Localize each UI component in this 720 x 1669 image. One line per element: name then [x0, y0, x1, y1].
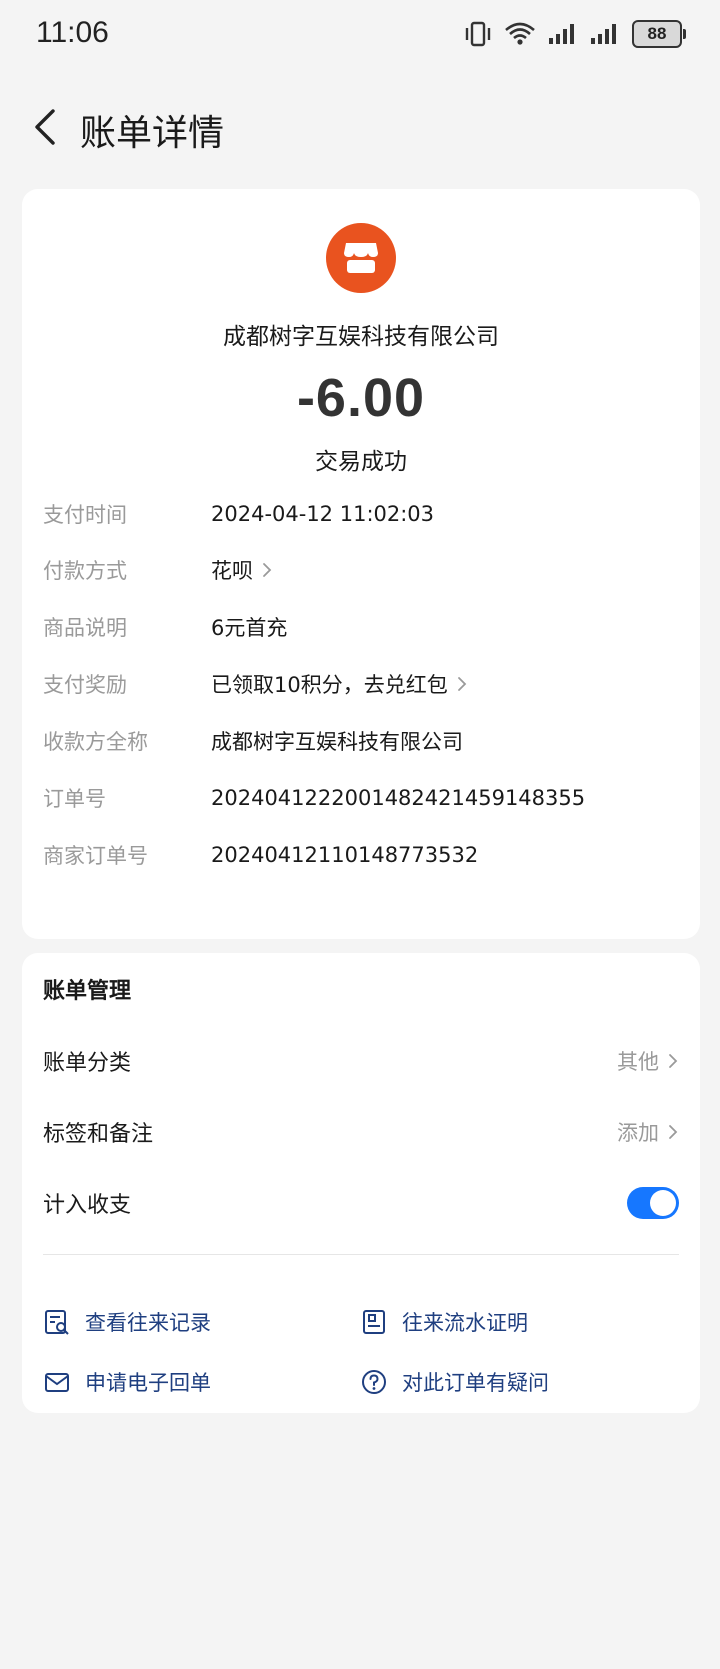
detail-row-pay-time: 支付时间 2024-04-12 11:02:03	[43, 494, 683, 534]
order-question-button[interactable]: 对此订单有疑问	[360, 1362, 549, 1402]
chevron-right-icon	[667, 1052, 679, 1070]
detail-value: 6元首充	[211, 616, 288, 640]
chevron-right-icon	[261, 561, 273, 579]
status-time: 11:06	[36, 16, 109, 49]
mail-icon	[43, 1368, 71, 1396]
question-icon	[360, 1368, 388, 1396]
divider	[43, 1254, 679, 1255]
section-title: 账单管理	[43, 979, 132, 1004]
detail-row-product: 商品说明 6元首充	[43, 607, 683, 647]
manage-label: 账单分类	[43, 1051, 132, 1076]
manage-value: 添加	[617, 1121, 659, 1145]
action-label: 申请电子回单	[85, 1371, 211, 1395]
detail-row-order-no: 订单号 2024041222001482421459148355	[43, 778, 683, 818]
e-receipt-button[interactable]: 申请电子回单	[43, 1362, 211, 1402]
store-icon	[344, 243, 378, 273]
toggle-knob	[650, 1190, 676, 1216]
detail-label: 商家订单号	[43, 844, 148, 868]
detail-row-reward[interactable]: 支付奖励 已领取10积分，去兑红包	[43, 664, 683, 704]
manage-label: 标签和备注	[43, 1122, 154, 1147]
record-search-icon	[43, 1308, 71, 1336]
bill-manage-card: 账单管理 账单分类 其他 标签和备注 添加 计入收支 查看往来记录 往来流水证明…	[22, 953, 700, 1413]
chevron-right-icon	[456, 675, 468, 693]
income-expense-row: 计入收支	[43, 1181, 679, 1225]
back-button[interactable]	[20, 102, 70, 152]
merchant-logo	[326, 223, 396, 293]
status-icons: 88	[464, 20, 686, 48]
detail-label: 收款方全称	[43, 730, 148, 754]
view-records-button[interactable]: 查看往来记录	[43, 1302, 211, 1342]
back-arrow-icon	[35, 109, 55, 145]
tags-notes-row[interactable]: 标签和备注 添加	[43, 1110, 679, 1154]
detail-value: 花呗	[211, 559, 253, 583]
detail-row-payee: 收款方全称 成都树字互娱科技有限公司	[43, 721, 683, 761]
manage-label: 计入收支	[43, 1193, 132, 1218]
action-label: 查看往来记录	[85, 1311, 211, 1335]
status-bar: 11:06 88	[0, 0, 720, 70]
detail-label: 订单号	[43, 787, 106, 811]
detail-value: 2024041222001482421459148355	[211, 786, 586, 810]
battery-icon: 88	[632, 20, 686, 48]
detail-value: 成都树字互娱科技有限公司	[211, 730, 463, 754]
statement-proof-button[interactable]: 往来流水证明	[360, 1302, 528, 1342]
transaction-card: 成都树字互娱科技有限公司 -6.00 交易成功 支付时间 2024-04-12 …	[22, 189, 700, 939]
transaction-amount: -6.00	[296, 368, 426, 428]
page-title: 账单详情	[80, 113, 225, 154]
wifi-icon	[505, 22, 535, 45]
detail-label: 付款方式	[43, 559, 127, 583]
detail-label: 支付奖励	[43, 673, 127, 697]
chevron-right-icon	[667, 1123, 679, 1141]
bill-category-row[interactable]: 账单分类 其他	[43, 1039, 679, 1083]
detail-label: 商品说明	[43, 616, 127, 640]
signal-icon-1	[549, 24, 574, 44]
nav-bar: 账单详情	[0, 90, 720, 166]
detail-row-merchant-order-no: 商家订单号 20240412110148773532	[43, 835, 683, 875]
action-label: 对此订单有疑问	[402, 1371, 549, 1395]
income-toggle[interactable]	[627, 1187, 679, 1219]
action-label: 往来流水证明	[402, 1311, 528, 1335]
statement-icon	[360, 1308, 388, 1336]
detail-value: 2024-04-12 11:02:03	[211, 502, 435, 526]
detail-label: 支付时间	[43, 503, 127, 527]
detail-value: 已领取10积分，去兑红包	[211, 673, 448, 697]
detail-row-pay-method[interactable]: 付款方式 花呗	[43, 550, 683, 590]
vibrate-icon	[465, 21, 491, 47]
transaction-status: 交易成功	[315, 449, 407, 475]
signal-icon-2	[591, 24, 616, 44]
manage-value: 其他	[617, 1050, 659, 1074]
detail-value: 20240412110148773532	[211, 843, 479, 867]
merchant-name: 成都树字互娱科技有限公司	[223, 324, 499, 350]
